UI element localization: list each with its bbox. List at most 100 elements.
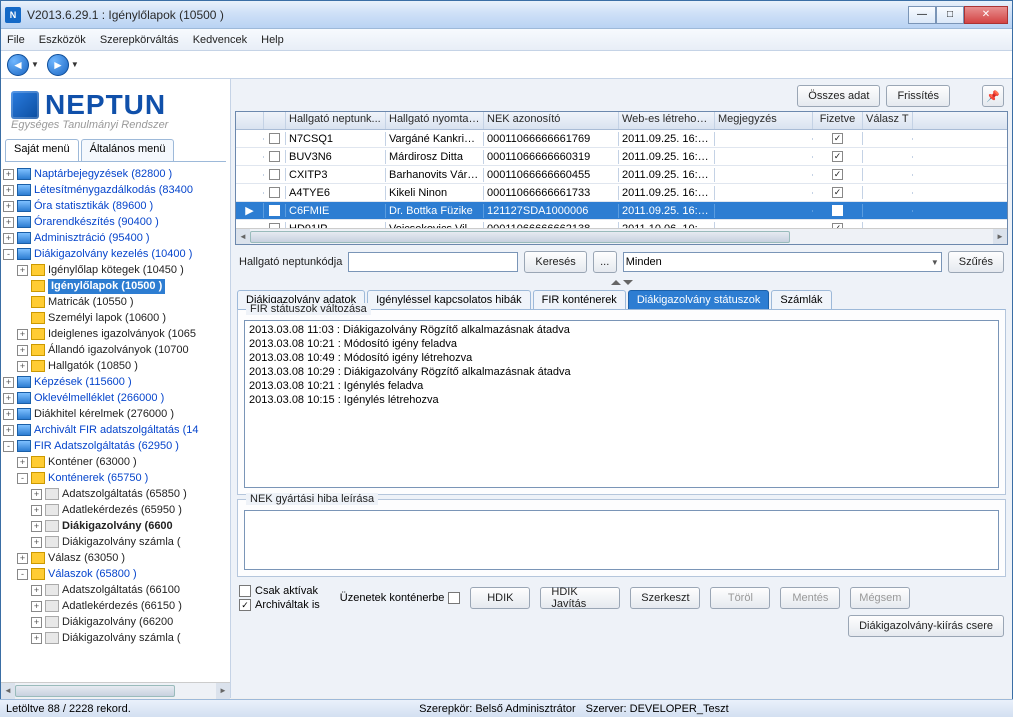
detail-tab[interactable]: Számlák [771,290,831,309]
titlebar: N V2013.6.29.1 : Igénylőlapok (10500 ) —… [1,1,1012,29]
menu-roleswitch[interactable]: Szerepkörváltás [100,34,179,46]
tree-node[interactable]: +Adatlekérdezés (66150 ) [3,598,228,614]
col-note[interactable]: Megjegyzés [715,112,813,129]
tree-node[interactable]: +Adatszolgáltatás (65850 ) [3,486,228,502]
maximize-button[interactable]: □ [936,6,964,24]
tree-node[interactable]: +Létesítménygazdálkodás (83400 [3,182,228,198]
tree-node[interactable]: +Órarendkészítés (90400 ) [3,214,228,230]
search-more-button[interactable]: ... [593,251,617,273]
edit-button[interactable]: Szerkeszt [630,587,700,609]
only-active-checkbox[interactable] [239,585,251,597]
col-neptun[interactable]: Hallgató neptunk... [286,112,386,129]
window-title: V2013.6.29.1 : Igénylőlapok (10500 ) [27,8,908,22]
status-log[interactable]: 2013.03.08 11:03 : Diákigazolvány Rögzít… [244,320,999,488]
tree-node[interactable]: +Diákigazolvány számla ( [3,534,228,550]
tree-node[interactable]: -FIR Adatszolgáltatás (62950 ) [3,438,228,454]
statusbar: Letöltve 88 / 2228 rekord. Szerepkör: Be… [0,699,1013,717]
col-rowhead[interactable] [236,112,264,129]
tree-node[interactable]: +Adatlekérdezés (65950 ) [3,502,228,518]
status-records: Letöltve 88 / 2228 rekord. [6,703,131,715]
back-button[interactable]: ◄ [7,54,29,76]
error-textarea[interactable] [244,510,999,570]
hdik-fix-button[interactable]: HDIK Javítás [540,587,620,609]
tree-node[interactable]: +Válasz (63050 ) [3,550,228,566]
minimize-button[interactable]: — [908,6,936,24]
nav-tree[interactable]: +Naptárbejegyzések (82800 )+Létesítményg… [1,162,230,682]
all-data-button[interactable]: Összes adat [797,85,880,107]
tree-node[interactable]: Személyi lapok (10600 ) [3,310,228,326]
table-row[interactable]: ▶C6FMIEDr. Bottka Füzike121127SDA1000006… [236,202,1007,220]
refresh-button[interactable]: Frissítés [886,85,950,107]
tree-node[interactable]: +Diákigazolvány (66200 [3,614,228,630]
archived-checkbox[interactable]: ✓ [239,599,251,611]
close-button[interactable]: ✕ [964,6,1008,24]
status-role: Szerepkör: Belső Adminisztrátor [419,703,576,715]
forward-dropdown[interactable]: ▼ [71,60,79,69]
tree-node[interactable]: -Válaszok (65800 ) [3,566,228,582]
swap-button[interactable]: Diákigazolvány-kiírás csere [848,615,1004,637]
grid-header: Hallgató neptunk... Hallgató nyomtatá...… [236,112,1007,130]
search-button[interactable]: Keresés [524,251,586,273]
tree-node[interactable]: +Igénylőlap kötegek (10450 ) [3,262,228,278]
tree-node[interactable]: +Naptárbejegyzések (82800 ) [3,166,228,182]
save-button[interactable]: Mentés [780,587,840,609]
table-row[interactable]: N7CSQ1Vargáné Kankrinyi F000110666666617… [236,130,1007,148]
detail-tab[interactable]: Diákigazolvány státuszok [628,290,770,309]
only-active-label: Csak aktívak [255,585,318,597]
sidetab-general[interactable]: Általános menü [81,139,175,161]
grid-hscroll[interactable]: ◄► [236,228,1007,244]
pin-icon[interactable]: 📌 [982,85,1004,107]
col-check[interactable] [264,112,286,129]
back-dropdown[interactable]: ▼ [31,60,39,69]
tree-node[interactable]: +Diákigazolvány számla ( [3,630,228,646]
tree-node[interactable]: +Adminisztráció (95400 ) [3,230,228,246]
search-row: Hallgató neptunkódja Keresés ... Minden▼… [231,245,1012,277]
tree-node[interactable]: +Állandó igazolványok (10700 [3,342,228,358]
table-row[interactable]: CXITP3Barhanovits Várkony000110666666604… [236,166,1007,184]
forward-button[interactable]: ► [47,54,69,76]
search-input[interactable] [348,252,518,272]
detail-tab[interactable]: Igényléssel kapcsolatos hibák [367,290,531,309]
menubar: File Eszközök Szerepkörváltás Kedvencek … [1,29,1012,51]
data-grid[interactable]: Hallgató neptunk... Hallgató nyomtatá...… [235,111,1008,245]
cancel-button[interactable]: Mégsem [850,587,910,609]
tree-node[interactable]: +Oklevélmelléklet (266000 ) [3,390,228,406]
logo: NEPTUN Egységes Tanulmányi Rendszer [1,79,230,133]
tree-node[interactable]: +Adatszolgáltatás (66100 [3,582,228,598]
filter-select[interactable]: Minden▼ [623,252,942,272]
tree-node[interactable]: +Óra statisztikák (89600 ) [3,198,228,214]
search-label: Hallgató neptunkódja [239,256,342,268]
tree-node[interactable]: +Konténer (63000 ) [3,454,228,470]
col-nek[interactable]: NEK azonosító [484,112,619,129]
tree-node[interactable]: Matricák (10550 ) [3,294,228,310]
tree-node[interactable]: +Ideiglenes igazolványok (1065 [3,326,228,342]
tree-node[interactable]: +Diákhitel kérelmek (276000 ) [3,406,228,422]
tree-hscroll[interactable]: ◄► [1,682,230,698]
tree-node[interactable]: -Konténerek (65750 ) [3,470,228,486]
tree-node[interactable]: +Archivált FIR adatszolgáltatás (14 [3,422,228,438]
col-paid[interactable]: Fizetve [813,112,863,129]
tree-node[interactable]: -Diákigazolvány kezelés (10400 ) [3,246,228,262]
menu-favorites[interactable]: Kedvencek [193,34,247,46]
menu-file[interactable]: File [7,34,25,46]
tree-node[interactable]: Igénylőlapok (10500 ) [3,278,228,294]
splitter[interactable] [231,277,1012,287]
table-row[interactable]: A4TYE6Kikeli Ninon000110666666617332011.… [236,184,1007,202]
col-answer[interactable]: Válasz T [863,112,913,129]
hdik-button[interactable]: HDIK [470,587,530,609]
tree-node[interactable]: +Hallgatók (10850 ) [3,358,228,374]
col-web[interactable]: Web-es létrehozá... [619,112,715,129]
table-row[interactable]: HD91IPVojcsekovics Vilma0001106666666213… [236,220,1007,228]
sidetab-own[interactable]: Saját menü [5,139,79,161]
col-name[interactable]: Hallgató nyomtatá... [386,112,484,129]
menu-tools[interactable]: Eszközök [39,34,86,46]
tree-node[interactable]: +Képzések (115600 ) [3,374,228,390]
status-log-group: FIR státuszok változása 2013.03.08 11:03… [237,309,1006,495]
delete-button[interactable]: Töröl [710,587,770,609]
msg-container-checkbox[interactable] [448,592,460,604]
tree-node[interactable]: +Diákigazolvány (6600 [3,518,228,534]
menu-help[interactable]: Help [261,34,284,46]
table-row[interactable]: BUV3N6Márdirosz Ditta0001106666666031920… [236,148,1007,166]
detail-tab[interactable]: FIR konténerek [533,290,626,309]
filter-button[interactable]: Szűrés [948,251,1004,273]
